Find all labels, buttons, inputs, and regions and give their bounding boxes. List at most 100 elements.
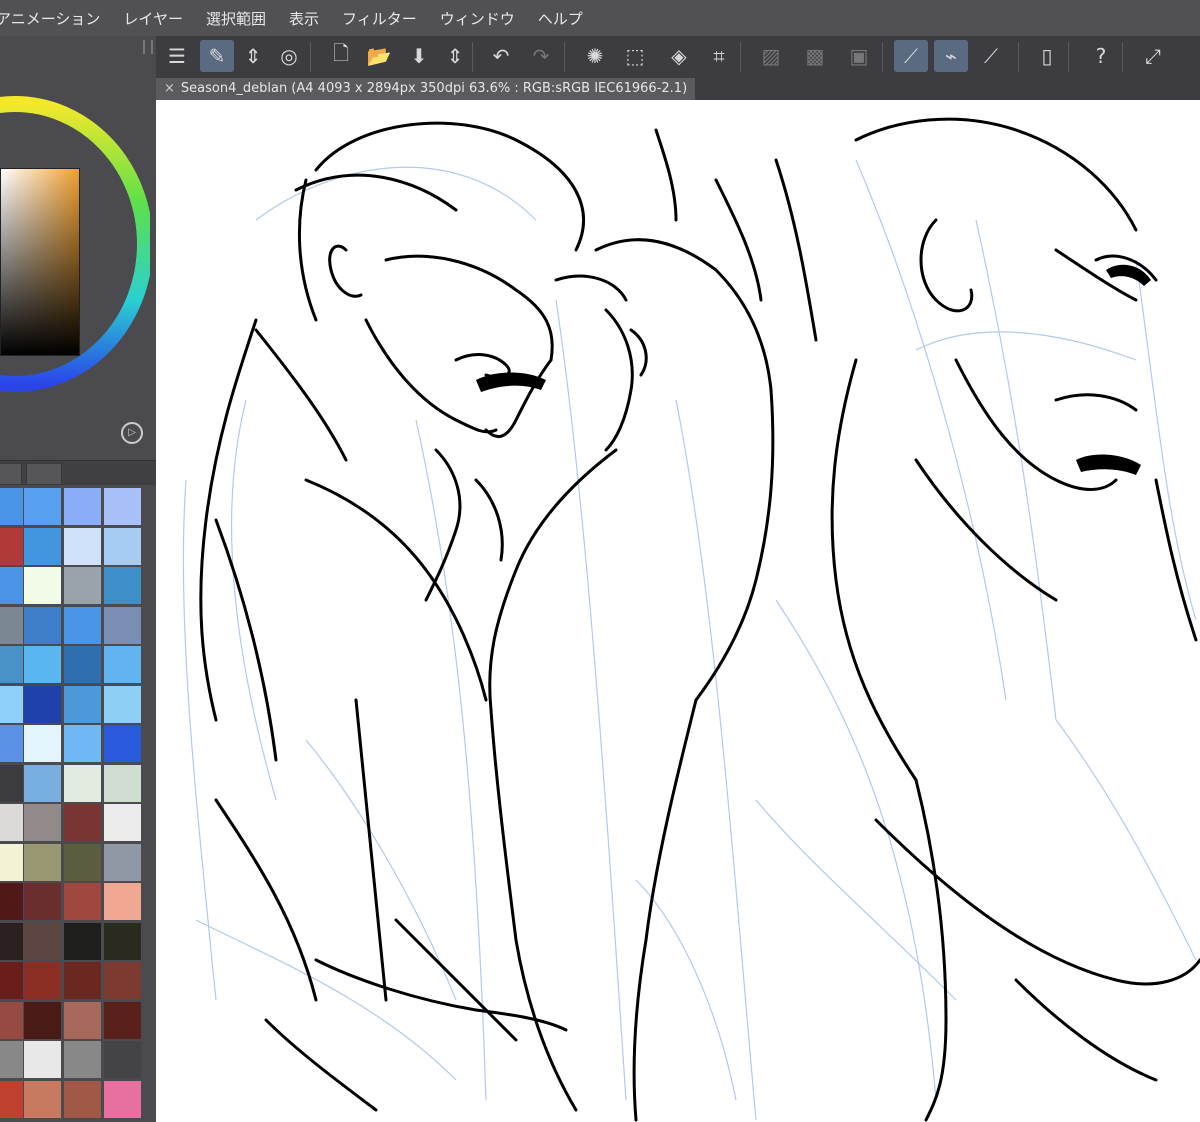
- grid-box-icon[interactable]: ▩: [798, 40, 832, 72]
- palette-swatch[interactable]: [24, 527, 61, 565]
- palette-swatch[interactable]: [24, 883, 61, 920]
- palette-swatch[interactable]: [0, 1080, 23, 1118]
- palette-swatch[interactable]: [0, 843, 23, 881]
- palette-swatch[interactable]: [64, 922, 101, 960]
- palette-swatch[interactable]: [0, 764, 23, 802]
- fullscreen-icon[interactable]: ⤢: [1136, 40, 1170, 72]
- undo-icon[interactable]: ↶: [484, 40, 518, 72]
- layer-ring-icon[interactable]: ◎: [272, 40, 306, 72]
- menu-animation[interactable]: アニメーション: [0, 8, 100, 29]
- menu-selection[interactable]: 選択範囲: [206, 8, 266, 29]
- saturation-value-square[interactable]: [0, 168, 80, 356]
- menu-help[interactable]: ヘルプ: [538, 8, 583, 29]
- palette-swatch[interactable]: [64, 527, 101, 565]
- play-circle-icon[interactable]: ▷: [121, 422, 143, 444]
- fill-bucket-icon[interactable]: ◈: [662, 40, 696, 72]
- stepper-icon[interactable]: ⇕: [236, 40, 270, 72]
- palette-swatch[interactable]: [104, 646, 141, 683]
- palette-swatch[interactable]: [64, 1080, 101, 1118]
- palette-swatch[interactable]: [104, 527, 141, 565]
- palette-swatch[interactable]: [24, 567, 61, 604]
- palette-swatch[interactable]: [64, 606, 101, 644]
- palette-swatch[interactable]: [0, 1041, 23, 1078]
- palette-tab-1[interactable]: [0, 463, 22, 485]
- palette-swatch[interactable]: [24, 764, 61, 802]
- palette-swatch[interactable]: [24, 1080, 61, 1118]
- close-tab-icon[interactable]: ×: [164, 81, 175, 96]
- palette-swatch[interactable]: [24, 725, 61, 762]
- palette-swatch[interactable]: [64, 488, 101, 525]
- palette-swatch[interactable]: [104, 804, 141, 841]
- menu-window[interactable]: ウィンドウ: [440, 8, 515, 29]
- palette-swatch[interactable]: [104, 764, 141, 802]
- palette-swatch[interactable]: [0, 488, 23, 525]
- palette-swatch[interactable]: [24, 962, 61, 999]
- palette-swatch[interactable]: [0, 1001, 23, 1039]
- palette-swatch[interactable]: [24, 843, 61, 881]
- select-dotted-icon[interactable]: ⬚: [618, 40, 652, 72]
- menu-filter[interactable]: フィルター: [342, 8, 417, 29]
- palette-swatch[interactable]: [0, 883, 23, 920]
- palette-swatch[interactable]: [104, 1080, 141, 1118]
- palette-swatch[interactable]: [24, 1041, 61, 1078]
- palette-swatch[interactable]: [104, 843, 141, 881]
- palette-swatch[interactable]: [104, 606, 141, 644]
- palette-swatch[interactable]: [64, 804, 101, 841]
- drawing-canvas[interactable]: [156, 100, 1200, 1122]
- palette-swatch[interactable]: [0, 685, 23, 723]
- spinner-icon[interactable]: ✺: [578, 40, 612, 72]
- palette-swatch[interactable]: [104, 685, 141, 723]
- palette-swatch[interactable]: [64, 1001, 101, 1039]
- palette-swatch[interactable]: [24, 488, 61, 525]
- palette-swatch[interactable]: [104, 725, 141, 762]
- palette-swatch[interactable]: [0, 567, 23, 604]
- palette-swatch[interactable]: [0, 804, 23, 841]
- redo-icon[interactable]: ↷: [524, 40, 558, 72]
- dashed-box-icon[interactable]: ▣: [842, 40, 876, 72]
- palette-swatch[interactable]: [104, 567, 141, 604]
- snap-ruler-icon[interactable]: ⟋: [894, 40, 928, 72]
- help-bubble-icon[interactable]: ?: [1084, 40, 1118, 72]
- palette-swatch[interactable]: [104, 1001, 141, 1039]
- snap-brush-icon[interactable]: ⌁: [934, 40, 968, 72]
- palette-tab-2[interactable]: [26, 463, 62, 485]
- new-file-icon[interactable]: 🗋: [324, 40, 358, 72]
- pen-select-icon[interactable]: ✎: [200, 40, 234, 72]
- palette-swatch[interactable]: [24, 804, 61, 841]
- palette-swatch[interactable]: [104, 922, 141, 960]
- palette-swatch[interactable]: [24, 606, 61, 644]
- stepper-icon[interactable]: ⇕: [438, 40, 472, 72]
- palette-swatch[interactable]: [64, 567, 101, 604]
- palette-swatch[interactable]: [0, 725, 23, 762]
- palette-swatch[interactable]: [104, 488, 141, 525]
- palette-swatch[interactable]: [104, 962, 141, 999]
- palette-swatch[interactable]: [64, 646, 101, 683]
- palette-swatch[interactable]: [64, 725, 101, 762]
- palette-swatch[interactable]: [64, 843, 101, 881]
- tablet-icon[interactable]: ▯: [1030, 40, 1064, 72]
- palette-swatch[interactable]: [64, 685, 101, 723]
- menu-icon[interactable]: ☰: [160, 40, 194, 72]
- panel-grip-icon[interactable]: [143, 40, 153, 54]
- palette-swatch[interactable]: [64, 962, 101, 999]
- palette-swatch[interactable]: [24, 1001, 61, 1039]
- document-tab[interactable]: × Season4_deblan (A4 4093 x 2894px 350dpi…: [156, 78, 696, 100]
- palette-swatch[interactable]: [0, 962, 23, 999]
- palette-swatch[interactable]: [24, 922, 61, 960]
- palette-swatch[interactable]: [64, 764, 101, 802]
- palette-swatch[interactable]: [64, 1041, 101, 1078]
- palette-swatch[interactable]: [24, 685, 61, 723]
- palette-swatch[interactable]: [24, 646, 61, 683]
- snap-line-icon[interactable]: ⟋: [974, 40, 1008, 72]
- palette-swatch[interactable]: [0, 646, 23, 683]
- menu-layer[interactable]: レイヤー: [123, 8, 183, 29]
- open-folder-icon[interactable]: 📂: [362, 40, 396, 72]
- palette-swatch[interactable]: [64, 883, 101, 920]
- save-icon[interactable]: ⬇: [402, 40, 436, 72]
- palette-swatch[interactable]: [104, 883, 141, 920]
- palette-swatch[interactable]: [0, 922, 23, 960]
- transform-icon[interactable]: ⌗: [702, 40, 736, 72]
- palette-swatch[interactable]: [0, 606, 23, 644]
- palette-swatch[interactable]: [104, 1041, 141, 1078]
- hatch-box-icon[interactable]: ▨: [754, 40, 788, 72]
